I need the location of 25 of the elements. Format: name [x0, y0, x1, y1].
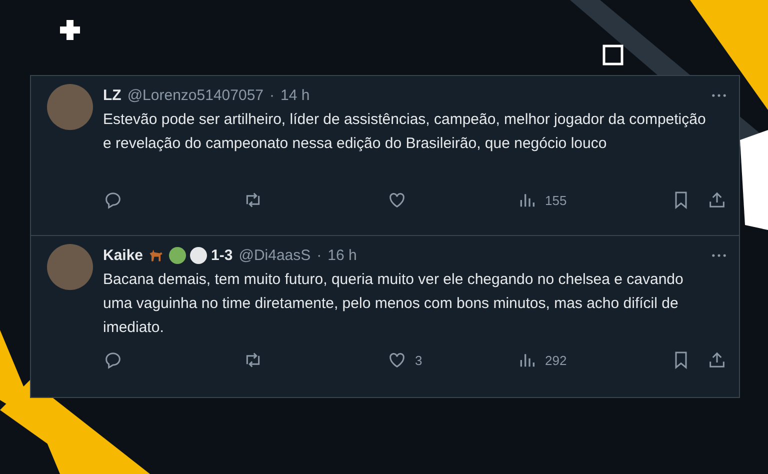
heart-icon[interactable] [387, 190, 407, 210]
separator-dot: · [316, 246, 322, 264]
display-name[interactable]: LZ [103, 86, 122, 104]
avatar[interactable] [47, 244, 93, 290]
tweet-text: Estevão pode ser artilheiro, líder de assistências, campeão, melhor jogador da competição e revelação do campeonato nessa edição do Brasileirão, que negócio louco [103, 110, 707, 154]
reply-icon[interactable] [103, 190, 123, 210]
avatar[interactable] [47, 84, 93, 130]
more-icon[interactable] [711, 252, 727, 258]
post-time[interactable]: 16 h [328, 246, 357, 264]
post-time[interactable]: 14 h [280, 86, 310, 104]
display-name[interactable]: Kaike [103, 246, 144, 264]
user-handle[interactable]: @Lorenzo51407057 [127, 86, 264, 104]
heart-icon[interactable] [387, 350, 407, 370]
name-suffix: 1-3 [211, 246, 233, 264]
share-icon[interactable] [707, 350, 727, 370]
view-count: 292 [545, 352, 567, 368]
tweet-text: Bacana demais, tem muito futuro, queria muito ver ele chegando no chelsea e cavando uma vaguinha no time diretamente, pelo menos com bons minutos, mas acho difícil de imediato. [103, 270, 684, 338]
view-count: 155 [545, 192, 567, 208]
like-count: 3 [415, 352, 422, 368]
separator-dot: · [270, 86, 274, 104]
share-icon[interactable] [707, 190, 727, 210]
user-handle[interactable]: @Di4aasS [238, 246, 311, 264]
square-icon [602, 44, 624, 66]
reply-icon[interactable] [103, 350, 123, 370]
more-icon[interactable] [711, 92, 727, 98]
